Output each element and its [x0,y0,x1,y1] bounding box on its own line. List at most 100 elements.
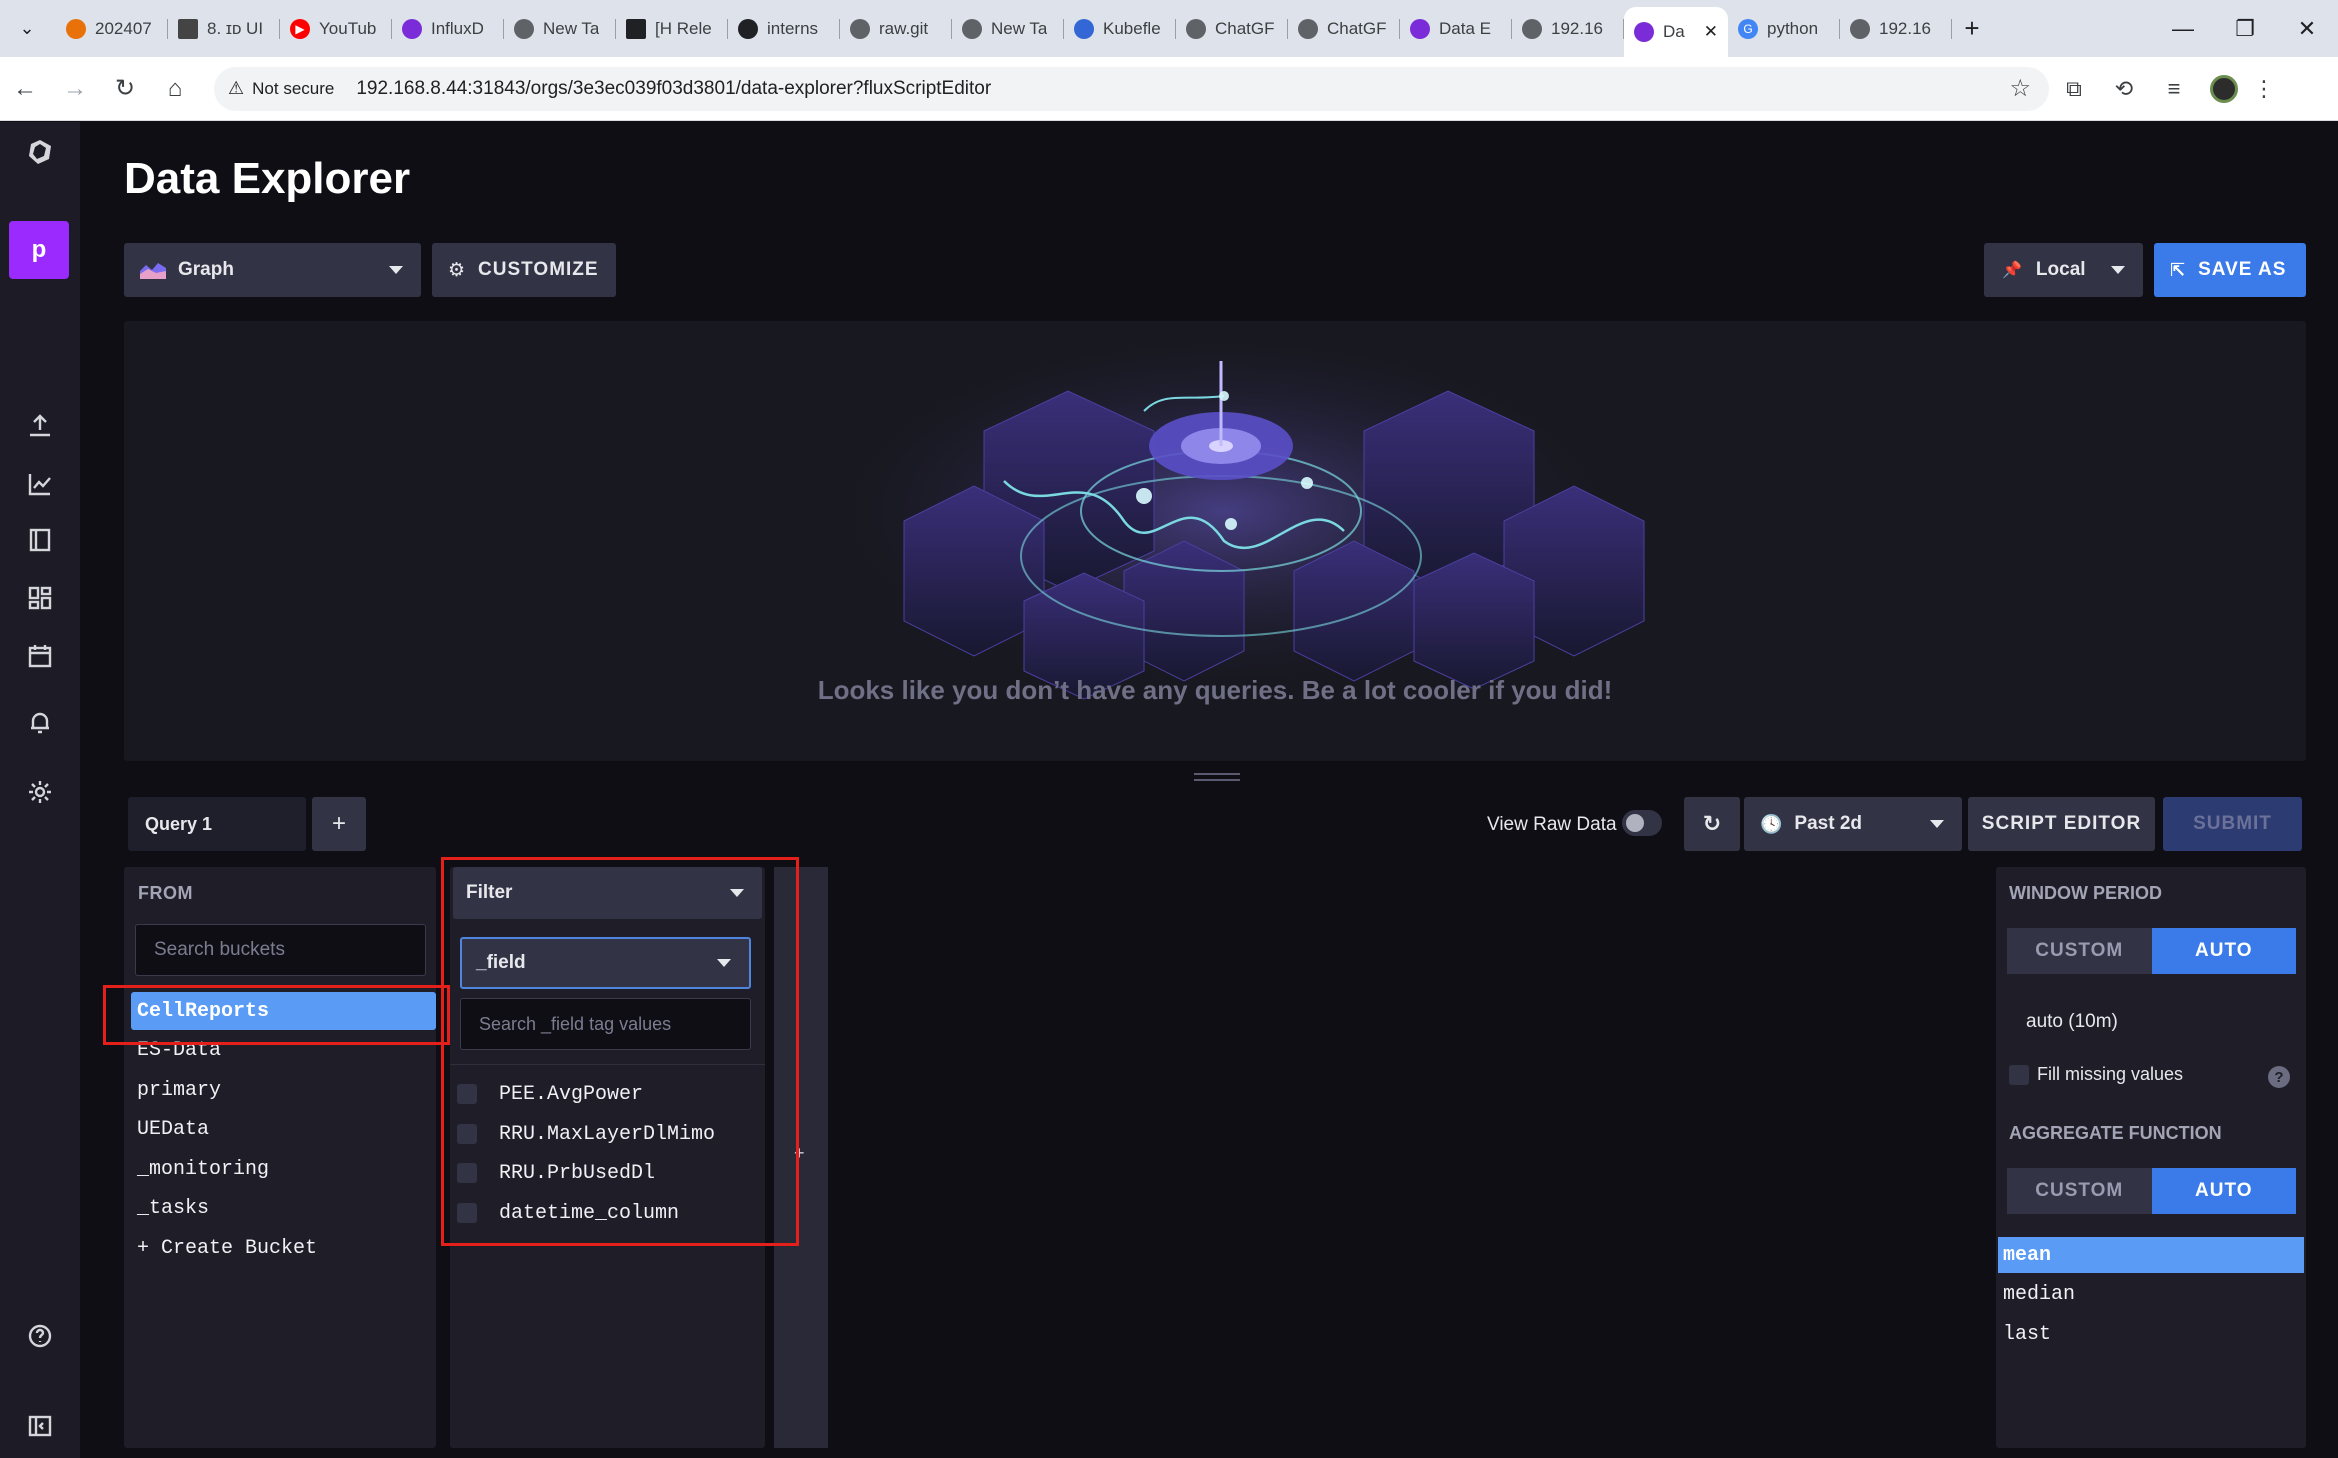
browser-tab[interactable]: 8. ɪᴅ UI [168,7,280,51]
bell-icon[interactable] [0,692,80,752]
chatgpt-icon [1186,18,1206,39]
bookmark-star-icon[interactable]: ☆ [2009,74,2031,103]
tab-search-icon[interactable]: ⌄ [6,8,48,50]
restore-icon[interactable]: ❐ [2214,16,2276,42]
browser-tab[interactable]: Kubefle [1064,7,1176,51]
bucket-item[interactable]: UEData [131,1110,435,1148]
browser-tab[interactable]: 192.16 [1512,7,1624,51]
tag-value-row[interactable]: datetime_column [457,1196,679,1230]
aggregate-auto-button[interactable]: AUTO [2151,1168,2296,1214]
media-icon[interactable]: ≡ [2149,76,2199,102]
tag-value-row[interactable]: RRU.MaxLayerDlMimo [457,1117,715,1151]
window-auto-button[interactable]: AUTO [2151,928,2296,974]
upload-icon[interactable] [0,396,80,456]
script-editor-button[interactable]: SCRIPT EDITOR [1968,797,2155,851]
add-filter-label[interactable]: + [794,1143,805,1164]
customize-button[interactable]: ⚙ CUSTOMIZE [432,243,616,297]
close-window-icon[interactable]: ✕ [2276,16,2338,42]
checkbox[interactable] [457,1163,477,1183]
from-panel: FROM Search buckets CellReports ES-Data … [124,867,436,1448]
browser-tab[interactable]: interns [728,7,840,51]
time-range-dropdown[interactable]: 🕓 Past 2d [1744,797,1962,851]
browser-tab[interactable]: New Ta [952,7,1064,51]
home-icon[interactable]: ⌂ [150,75,200,103]
view-raw-data-toggle[interactable] [1622,810,1662,836]
aggregate-function-item[interactable]: median [1998,1276,2304,1312]
create-bucket-link[interactable]: + Create Bucket [131,1229,435,1267]
save-as-label: SAVE AS [2198,259,2287,280]
org-avatar[interactable]: p [9,221,69,279]
new-tab-icon[interactable]: + [1952,13,1992,44]
tag-value-row[interactable]: RRU.PrbUsedDl [457,1156,655,1190]
page-title: Data Explorer [124,154,411,203]
browser-tab[interactable]: Data E [1400,7,1512,51]
chevron-down-icon [717,959,731,967]
divider [450,1064,765,1065]
help-icon[interactable] [0,1306,80,1366]
influxdb-logo-icon[interactable] [0,122,80,182]
tag-values-search-input[interactable]: Search _field tag values [460,998,751,1050]
browser-tab[interactable]: Gpython [1728,7,1840,51]
browser-tab[interactable]: ▶ YouTub [280,7,392,51]
notebook-icon[interactable] [0,510,80,570]
browser-tab[interactable]: InfluxD [392,7,504,51]
browser-tab-active[interactable]: Da ✕ [1624,7,1728,57]
tag-key-dropdown[interactable]: _field [460,937,751,989]
browser-tab[interactable]: 202407 [56,7,168,51]
fill-missing-checkbox[interactable] [2009,1064,2029,1085]
collapse-icon[interactable] [0,1396,80,1456]
browser-tab[interactable]: 192.16 [1840,7,1952,51]
minimize-icon[interactable]: — [2152,16,2214,42]
browser-tab[interactable]: raw.git [840,7,952,51]
settings-icon[interactable] [0,762,80,822]
dashboard-icon[interactable] [0,568,80,628]
resize-handle[interactable] [1194,773,1240,783]
customize-label: CUSTOMIZE [478,259,599,280]
browser-tab[interactable]: ChatGF [1288,7,1400,51]
bucket-item[interactable]: primary [131,1071,435,1109]
graph-icon[interactable] [0,454,80,514]
filter-type-dropdown[interactable]: Filter [453,867,762,919]
url-text[interactable]: 192.168.8.44:31843/orgs/3e3ec039f03d3801… [356,78,991,100]
checkbox[interactable] [457,1084,477,1104]
bucket-item[interactable]: _tasks [131,1189,435,1227]
bucket-item[interactable]: ES-Data [131,1031,435,1069]
refresh-button[interactable]: ↻ [1684,797,1740,851]
chevron-down-icon [1930,820,1944,828]
calendar-icon[interactable] [0,626,80,686]
bucket-search-input[interactable]: Search buckets [135,924,426,976]
browser-tab[interactable]: [H Rele [616,7,728,51]
tag-value-row[interactable]: PEE.AvgPower [457,1077,643,1111]
close-tab-icon[interactable]: ✕ [1704,22,1718,42]
extensions-icon[interactable]: ⧉ [2049,76,2099,102]
reload-icon[interactable]: ↻ [100,74,150,103]
timezone-dropdown[interactable]: 📌 Local [1984,243,2143,297]
browser-tab[interactable]: ChatGF [1176,7,1288,51]
save-as-button[interactable]: ⇱ SAVE AS [2154,243,2306,297]
browser-tab[interactable]: New Ta [504,7,616,51]
checkbox[interactable] [457,1203,477,1223]
security-label[interactable]: Not secure [252,79,334,99]
window-custom-button[interactable]: CUSTOM [2007,928,2152,974]
graph-type-dropdown[interactable]: Graph [124,243,421,297]
query-tab[interactable]: Query 1 [128,797,306,851]
window-controls: — ❐ ✕ [2152,16,2338,42]
aggregate-function-item[interactable]: mean [1998,1237,2304,1273]
aggregate-custom-button[interactable]: CUSTOM [2007,1168,2152,1214]
forward-icon[interactable]: → [50,75,100,103]
help-icon[interactable]: ? [2268,1066,2290,1088]
profile-avatar[interactable] [2210,74,2238,103]
checkbox[interactable] [457,1124,477,1144]
menu-kebab-icon[interactable]: ⋮ [2249,76,2279,102]
warning-icon[interactable]: ⚠ [228,78,244,99]
back-icon[interactable]: ← [0,75,50,103]
bucket-item[interactable]: CellReports [131,992,436,1030]
bucket-item[interactable]: _monitoring [131,1150,435,1188]
url-field[interactable]: ⚠ Not secure 192.168.8.44:31843/orgs/3e3… [214,66,2049,111]
add-query-button[interactable]: + [312,797,366,851]
fill-missing-row[interactable]: Fill missing values [2009,1064,2183,1085]
sync-icon[interactable]: ⟲ [2099,76,2149,102]
submit-button[interactable]: SUBMIT [2163,797,2302,851]
add-filter-column[interactable]: + [774,867,828,1448]
aggregate-function-item[interactable]: last [1998,1316,2304,1352]
